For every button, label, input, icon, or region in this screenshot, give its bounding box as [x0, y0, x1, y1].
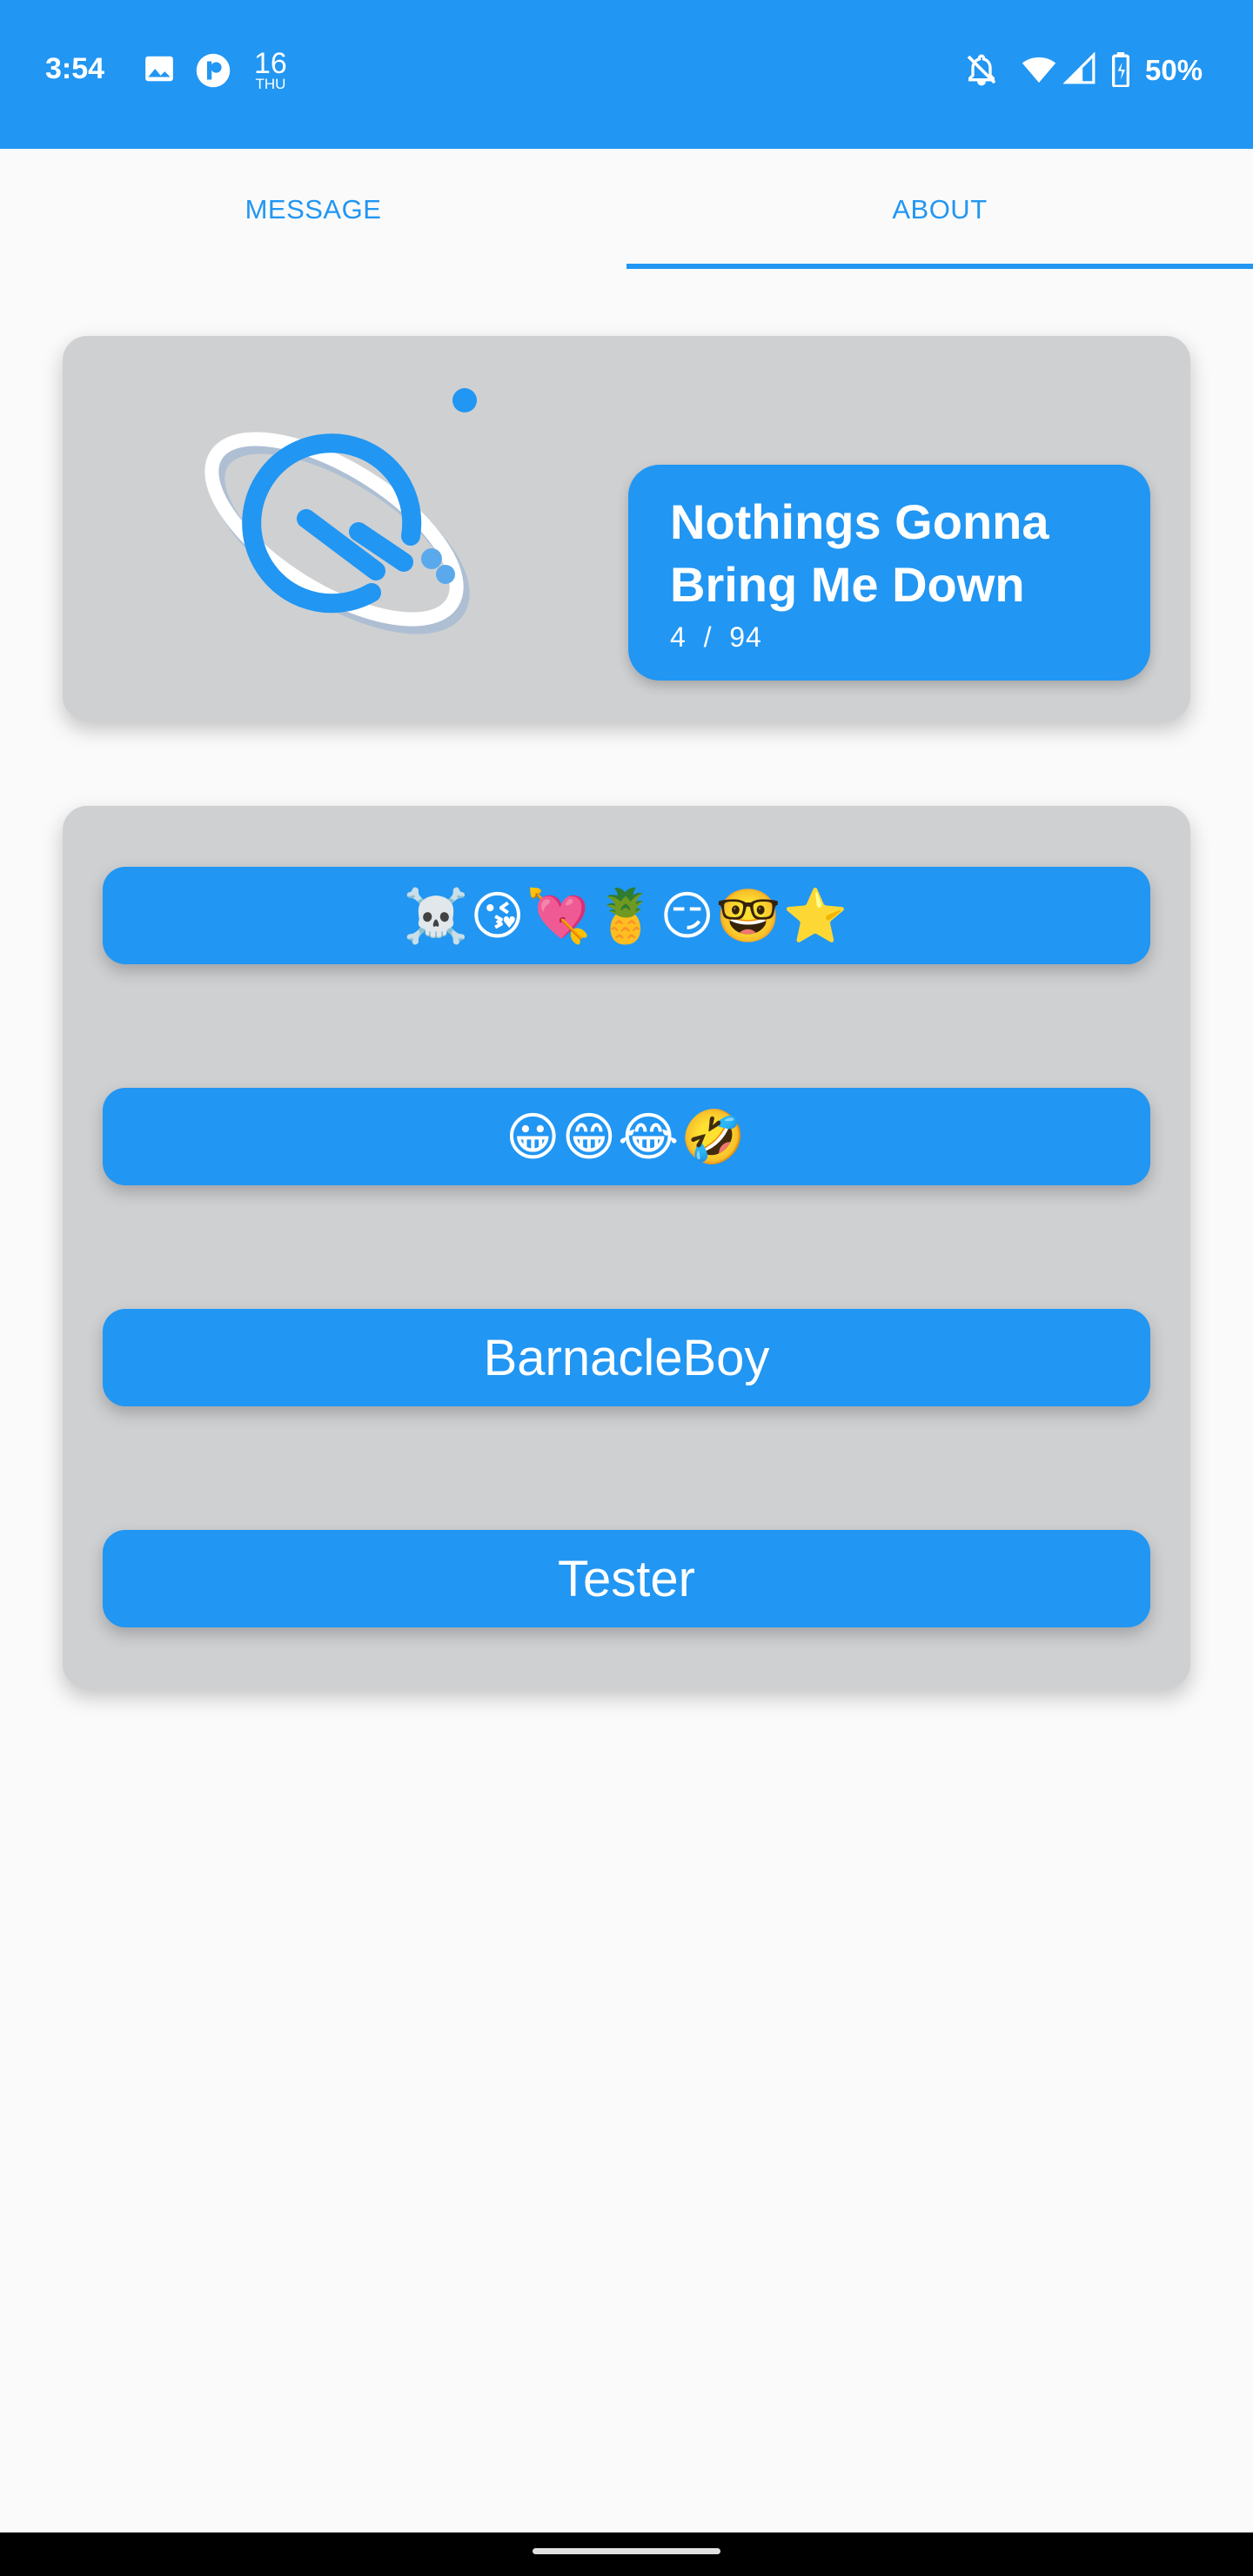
conversation-title-pill: Nothings Gonna Bring Me Down 4 / 94 — [628, 465, 1150, 681]
app-notification-icon — [196, 53, 231, 88]
participant-button[interactable]: BarnacleBoy — [103, 1309, 1150, 1406]
conversation-header-card: Nothings Gonna Bring Me Down 4 / 94 — [63, 336, 1190, 721]
participant-button[interactable]: 😀😁😂🤣 — [103, 1088, 1150, 1185]
tab-bar: MESSAGE ABOUT — [0, 149, 1253, 271]
battery-percentage: 50% — [1145, 54, 1203, 86]
participants-card: ☠️😘💘🍍😏🤓⭐ 😀😁😂🤣 BarnacleBoy Tester — [63, 806, 1190, 1688]
status-date-weekday: THU — [255, 76, 286, 92]
participant-button[interactable]: Tester — [103, 1530, 1150, 1627]
cell-signal-icon — [1063, 52, 1096, 84]
status-date-day: 16 — [254, 47, 287, 80]
status-bar: 3:54 16 THU 50% — [0, 0, 1253, 149]
notifications-off-icon — [967, 54, 996, 86]
status-time: 3:54 — [45, 52, 105, 85]
status-date: 16 THU — [254, 49, 287, 91]
participant-button[interactable]: ☠️😘💘🍍😏🤓⭐ — [103, 867, 1150, 964]
planet-chat-logo-icon — [204, 388, 477, 634]
tab-about[interactable]: ABOUT — [626, 149, 1253, 271]
image-icon — [145, 56, 173, 82]
message-count-current: 4 — [670, 621, 687, 653]
message-count: 4 / 94 — [670, 621, 762, 654]
wifi-icon — [1022, 57, 1056, 83]
tab-message[interactable]: MESSAGE — [0, 149, 626, 271]
message-count-total: 94 — [729, 621, 762, 653]
tab-selected-indicator — [626, 264, 1253, 269]
battery-charging-icon — [1112, 52, 1129, 87]
home-gesture-handle[interactable] — [533, 2548, 720, 2554]
conversation-title: Nothings Gonna Bring Me Down — [670, 494, 1049, 612]
message-count-separator: / — [703, 621, 713, 653]
system-navigation-bar — [0, 2532, 1253, 2576]
